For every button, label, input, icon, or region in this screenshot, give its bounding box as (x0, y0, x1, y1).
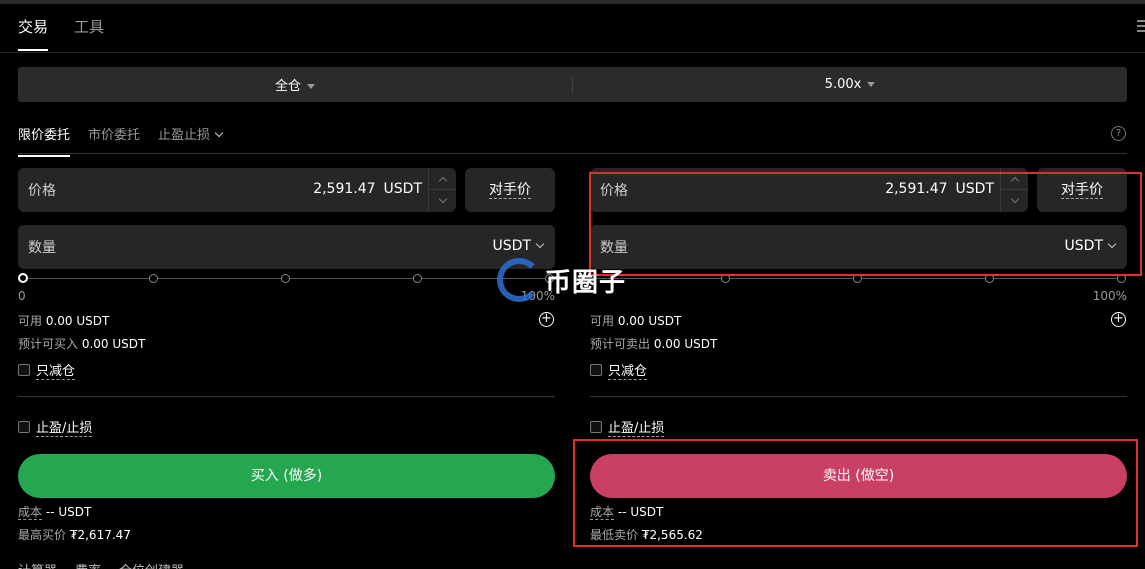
watermark-logo-icon (497, 258, 541, 302)
buy-counterparty-price-button[interactable]: 对手价 (465, 168, 555, 212)
fee-rate-link[interactable]: 费率 (75, 560, 101, 569)
buy-price-stepper (428, 168, 456, 212)
buy-long-button[interactable]: 买入 (做多) (18, 454, 555, 498)
buy-reduce-only-label: 只减仓 (36, 360, 76, 380)
buy-price-label: 价格 (28, 183, 56, 199)
buy-panel: 价格 2,591.47 USDT 对手价 数量 USDT 0 100% 可用 0.… (18, 168, 555, 542)
top-border (0, 0, 1145, 4)
sell-estimate-value: 0.00 USDT (653, 337, 718, 351)
buy-price-increment[interactable] (429, 168, 456, 190)
chevron-up-icon (438, 176, 447, 185)
watermark: 币圈子 (497, 258, 626, 302)
slider-step-75[interactable] (413, 274, 422, 283)
buy-price-unit: USDT (383, 181, 422, 197)
order-tabs-divider (18, 153, 1127, 154)
tab-tools[interactable]: 工具 (74, 16, 104, 51)
sell-estimate: 预计可卖出 0.00 USDT (590, 335, 717, 352)
add-funds-icon[interactable]: + (1111, 312, 1126, 327)
buy-estimate: 预计可买入 0.00 USDT (18, 335, 145, 352)
buy-available: 可用 0.00 USDT (18, 312, 109, 329)
buy-qty-unit-select[interactable]: USDT (492, 238, 545, 254)
top-tabs: 交易 工具 (18, 16, 104, 51)
tab-tpsl-label: 止盈止损 (158, 128, 211, 143)
checkbox-box (18, 364, 30, 376)
highlight-box-sell-action (573, 439, 1138, 547)
slider-handle[interactable] (18, 273, 28, 283)
slider-step-50[interactable] (281, 274, 290, 283)
buy-counterparty-label: 对手价 (489, 182, 531, 199)
buy-available-label: 可用 (18, 314, 43, 328)
chevron-down-icon (438, 194, 447, 204)
buy-amount-slider[interactable] (18, 273, 555, 285)
menu-icon[interactable] (1137, 20, 1145, 36)
sell-available-value: 0.00 USDT (617, 314, 682, 328)
sell-section-divider (590, 396, 1127, 397)
checkbox-box (590, 364, 602, 376)
buy-tpsl-checkbox[interactable]: 止盈/止损 (18, 417, 93, 437)
caret-down-icon (307, 84, 315, 89)
buy-estimate-label: 预计可买入 (18, 337, 79, 351)
buy-price-row: 价格 2,591.47 USDT 对手价 (18, 168, 555, 212)
slider-step-25[interactable] (149, 274, 158, 283)
buy-reduce-only-checkbox[interactable]: 只减仓 (18, 360, 76, 380)
leverage-select[interactable]: 5.00x (573, 77, 1127, 92)
sell-tpsl-label: 止盈/止损 (608, 417, 665, 437)
sell-tpsl-checkbox[interactable]: 止盈/止损 (590, 417, 665, 437)
chevron-down-icon (535, 239, 545, 249)
mode-bar: 全仓 5.00x (18, 67, 1127, 102)
tab-trade[interactable]: 交易 (18, 16, 49, 51)
add-funds-icon[interactable]: + (539, 312, 554, 327)
buy-max-price-label: 最高买价 (18, 528, 67, 542)
buy-price-input[interactable]: 价格 2,591.47 USDT (18, 168, 456, 212)
sell-reduce-only-checkbox[interactable]: 只减仓 (590, 360, 648, 380)
sell-available: 可用 0.00 USDT (590, 312, 681, 329)
position-builder-link[interactable]: 仓位创建器 (119, 560, 184, 569)
sell-available-label: 可用 (590, 314, 615, 328)
buy-price-decrement[interactable] (429, 190, 456, 212)
tools-row: 计算器 费率 仓位创建器 (18, 560, 184, 569)
calculator-link[interactable]: 计算器 (18, 560, 57, 569)
help-icon[interactable]: ? (1111, 126, 1126, 141)
buy-available-value: 0.00 USDT (45, 314, 110, 328)
chevron-down-icon (214, 128, 224, 138)
top-divider (0, 52, 1145, 53)
buy-cost-label: 成本 (18, 505, 43, 520)
buy-quantity-input[interactable]: 数量 USDT (18, 225, 555, 269)
checkbox-box (18, 421, 30, 433)
sell-estimate-label: 预计可卖出 (590, 337, 651, 351)
buy-section-divider (18, 396, 555, 397)
highlight-box-inputs (589, 172, 1142, 276)
buy-qty-label: 数量 (28, 240, 56, 256)
leverage-label: 5.00x (824, 77, 862, 92)
buy-price-value: 2,591.47 USDT (313, 181, 422, 197)
buy-tpsl-label: 止盈/止损 (36, 417, 93, 437)
buy-max-price-value: ₮2,617.47 (69, 528, 131, 542)
buy-cost: 成本 -- USDT (18, 503, 91, 520)
buy-cost-value: -- USDT (45, 505, 92, 519)
buy-max-price: 最高买价 ₮2,617.47 (18, 526, 131, 543)
watermark-text: 币圈子 (545, 267, 627, 298)
margin-mode-label: 全仓 (274, 79, 301, 94)
margin-mode-select[interactable]: 全仓 (18, 75, 572, 94)
checkbox-box (590, 421, 602, 433)
slider-min-label: 0 (18, 289, 26, 303)
buy-price-number: 2,591.47 (313, 181, 376, 197)
caret-down-icon (867, 82, 876, 87)
sell-reduce-only-label: 只减仓 (608, 360, 648, 380)
buy-estimate-value: 0.00 USDT (81, 337, 146, 351)
slider-max-label: 100% (1092, 289, 1127, 303)
buy-qty-unit: USDT (492, 238, 531, 254)
